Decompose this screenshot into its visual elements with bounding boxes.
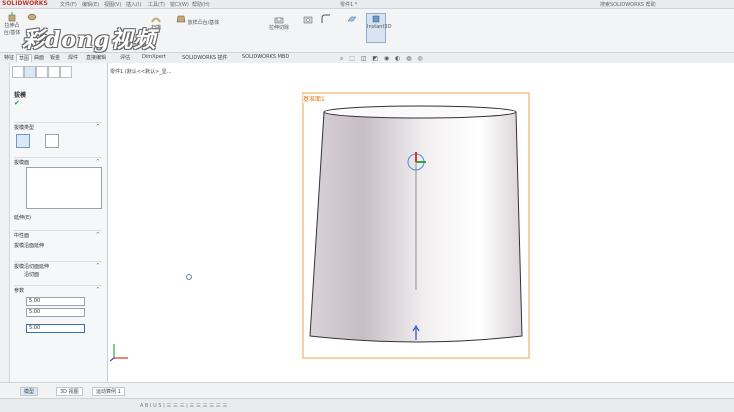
tab-direct-edit[interactable]: 直接编辑 [84,54,108,61]
tab-3d-view[interactable]: 3D 视图 [56,387,83,396]
menu-edit[interactable]: 编辑(E) [82,1,99,8]
menu-insert[interactable]: 插入(I) [126,1,141,8]
collapse-icon: ^ [95,124,100,130]
format-toolbar[interactable]: A B I U S | 三 三 三 | 三 三 三 三 三 三 [140,402,227,409]
section-options-label: 拔模沿切面延伸 [14,264,50,270]
loft-button[interactable]: 放样凸台/基体 [175,13,232,39]
tab-feature[interactable]: 特征 [2,54,16,61]
section-params-label: 参数 [14,288,25,294]
tab-surface[interactable]: 曲面 [32,54,46,61]
option-face-propagation[interactable]: 拔模沿面延伸 [14,242,44,249]
part-model[interactable] [300,90,532,362]
watermark-logo: 彩dong视频 [22,27,157,53]
tab-addins[interactable]: SOLIDWORKS 插件 [180,54,230,61]
tab-model[interactable]: 模型 [20,387,39,396]
help-search[interactable]: 搜索SOLIDWORKS 帮助 [600,1,656,8]
param-d2-input[interactable]: 5.00 [26,308,85,317]
section-faces-label: 拔模面 [14,160,30,166]
cup-top-face [323,105,517,119]
draftxpert-button[interactable] [45,134,59,148]
title-bar: SOLIDWORKS 文件(F) 编辑(E) 视图(V) 插入(I) 工具(T)… [0,0,734,9]
extrude-boss-label: 拉伸凸台/基体 [3,23,21,36]
menu-window[interactable]: 窗口(W) [170,1,189,8]
tab-sketch[interactable]: 草图 [16,54,33,62]
property-manager-tab[interactable] [24,66,36,78]
ok-button[interactable]: ✔ [14,99,20,107]
menu-view[interactable]: 视图(V) [104,1,121,8]
feature-tree-flyout[interactable]: 零件1 (默认<<默认>_显... [110,68,172,75]
cut-extrude-label: 拉伸切除 [268,25,289,31]
origin-icon [186,274,192,280]
section-type-label: 拔模类型 [14,125,35,131]
feature-tree-tab[interactable] [12,66,24,78]
fillet-button[interactable] [318,13,334,39]
dimxpert-tab[interactable] [48,66,60,78]
revolve-icon [27,13,37,21]
tab-sheetmetal[interactable]: 钣金 [48,54,62,61]
section-faces-header[interactable]: 拔模面 ^ [14,157,102,166]
section-params-header[interactable]: 参数 ^ [14,285,102,294]
section-neutral-label: 中性面 [14,233,30,239]
collapse-icon: ^ [95,263,100,269]
tab-weldments[interactable]: 焊件 [66,54,80,61]
plane-icon [347,16,357,22]
collapse-icon: ^ [95,159,100,165]
instant3d-icon [372,15,380,23]
fillet-icon [321,14,330,23]
hole-icon [303,16,313,24]
option-extend[interactable]: 延伸(E) [14,214,31,221]
display-manager-tab[interactable] [60,66,72,78]
menu-tools[interactable]: 工具(T) [148,1,165,8]
menu-help[interactable]: 帮助(H) [192,1,210,8]
config-manager-tab[interactable] [36,66,48,78]
cut-extrude-button[interactable]: 拉伸切除 [258,13,300,39]
section-neutral-header[interactable]: 中性面 ^ [14,230,102,239]
option-tangent[interactable]: 沿切面 [24,271,39,278]
loft-icon [176,15,186,23]
status-bar: A B I U S | 三 三 三 | 三 三 三 三 三 三 [0,398,734,412]
reference-geometry-button[interactable] [342,13,362,39]
manual-draft-button[interactable] [16,134,30,148]
extrude-boss-button[interactable]: 拉伸凸台/基体 [2,11,22,41]
tab-motion-study[interactable]: 运动算例 1 [92,387,125,396]
heads-up-view-toolbar[interactable]: ⌕ ⬚ ◫ ◩ ◉ ◐ ◍ ◎ [340,55,425,63]
section-options-header[interactable]: 拔模沿切面延伸 ^ [14,261,102,270]
tab-evaluate[interactable]: 评估 [118,54,132,61]
param-d1-input[interactable]: 5.00 [26,297,85,306]
property-manager-title: 拔模 [14,92,27,99]
extrude-icon [8,12,16,22]
faces-selection-box[interactable] [26,167,102,209]
collapse-icon: ^ [95,232,100,238]
draft-angle-input[interactable]: 5.00 [26,324,85,333]
selection-label: 基准面1 [303,94,325,103]
hole-wizard-button[interactable] [300,13,316,39]
cut-icon [274,17,284,24]
property-manager [10,63,108,382]
section-type-header[interactable]: 拔模类型 ^ [14,122,102,131]
tab-mbd[interactable]: SOLIDWORKS MBD [240,54,291,60]
menu-file[interactable]: 文件(F) [60,1,77,8]
collapse-icon: ^ [95,287,100,293]
instant3d-button[interactable]: Instant3D [366,13,391,43]
loft-label: 放样凸台/基体 [187,20,220,26]
app-brand: SOLIDWORKS [2,0,48,7]
document-title: 零件1 * [340,2,358,8]
instant3d-label: Instant3D [367,24,392,30]
reference-triad [110,344,128,362]
tab-dimxpert[interactable]: DimXpert [140,54,168,60]
left-strip [0,63,10,382]
